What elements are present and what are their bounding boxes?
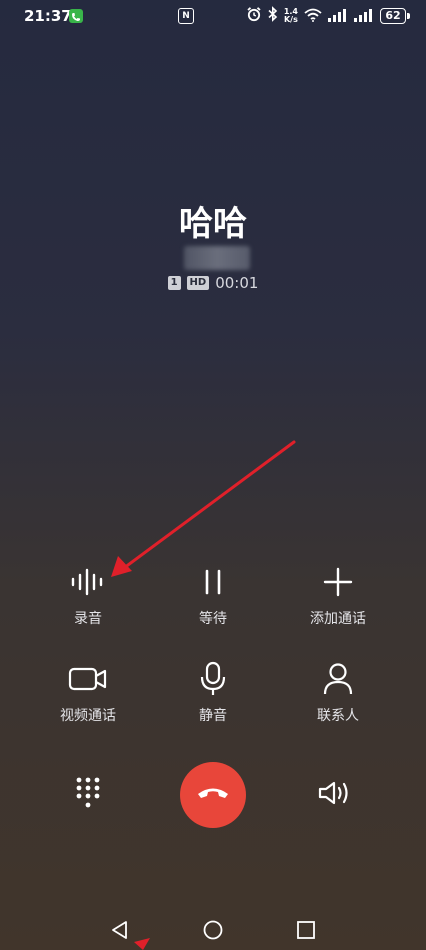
waveform-icon bbox=[23, 562, 153, 602]
contacts-label: 联系人 bbox=[317, 708, 359, 724]
hd-tag: HD bbox=[186, 276, 210, 290]
add-call-button[interactable]: 添加通话 bbox=[273, 562, 403, 628]
video-call-label: 视频通话 bbox=[60, 708, 116, 724]
battery-icon: 62 bbox=[380, 8, 410, 24]
signal-icon bbox=[328, 7, 348, 26]
wifi-icon bbox=[304, 7, 322, 26]
speaker-icon bbox=[317, 779, 355, 811]
signal-icon bbox=[354, 7, 374, 26]
end-call-icon bbox=[196, 785, 230, 805]
call-meta: 1 HD 00:01 bbox=[0, 274, 426, 292]
recents-icon[interactable] bbox=[296, 920, 316, 944]
caller-number-redacted bbox=[184, 246, 250, 270]
alarm-icon bbox=[246, 6, 262, 26]
call-duration: 00:01 bbox=[215, 274, 259, 292]
phone-icon bbox=[69, 9, 83, 23]
hold-label: 等待 bbox=[199, 611, 227, 627]
record-label: 录音 bbox=[74, 611, 102, 627]
mute-label: 静音 bbox=[199, 708, 227, 724]
record-button[interactable]: 录音 bbox=[23, 562, 153, 628]
back-icon[interactable] bbox=[110, 920, 130, 944]
video-camera-icon bbox=[23, 659, 153, 699]
person-icon bbox=[273, 659, 403, 699]
mute-button[interactable]: 静音 bbox=[148, 659, 278, 725]
net-speed-unit: K/s bbox=[283, 15, 298, 24]
pause-icon bbox=[148, 562, 278, 602]
net-speed: 1.4 K/s bbox=[284, 8, 298, 24]
video-call-button[interactable]: 视频通话 bbox=[23, 659, 153, 725]
end-call-button[interactable] bbox=[180, 762, 246, 828]
status-bar: 21:37 N 1.4 K/s 62 bbox=[0, 0, 426, 32]
status-time: 21:37 bbox=[24, 7, 72, 25]
bluetooth-icon bbox=[268, 6, 278, 26]
dialpad-button[interactable] bbox=[68, 775, 108, 815]
hold-button[interactable]: 等待 bbox=[148, 562, 278, 628]
navigation-bar bbox=[0, 910, 426, 950]
caller-name: 哈哈 bbox=[179, 204, 247, 244]
annotation-arrow-icon bbox=[111, 440, 296, 577]
speaker-button[interactable] bbox=[316, 775, 356, 815]
add-call-label: 添加通话 bbox=[310, 611, 366, 627]
plus-icon bbox=[273, 562, 403, 602]
microphone-icon bbox=[148, 659, 278, 699]
contacts-button[interactable]: 联系人 bbox=[273, 659, 403, 725]
home-icon[interactable] bbox=[203, 920, 223, 944]
sim-tag: 1 bbox=[167, 276, 181, 290]
nfc-icon: N bbox=[178, 8, 194, 24]
dialpad-icon bbox=[75, 776, 101, 814]
